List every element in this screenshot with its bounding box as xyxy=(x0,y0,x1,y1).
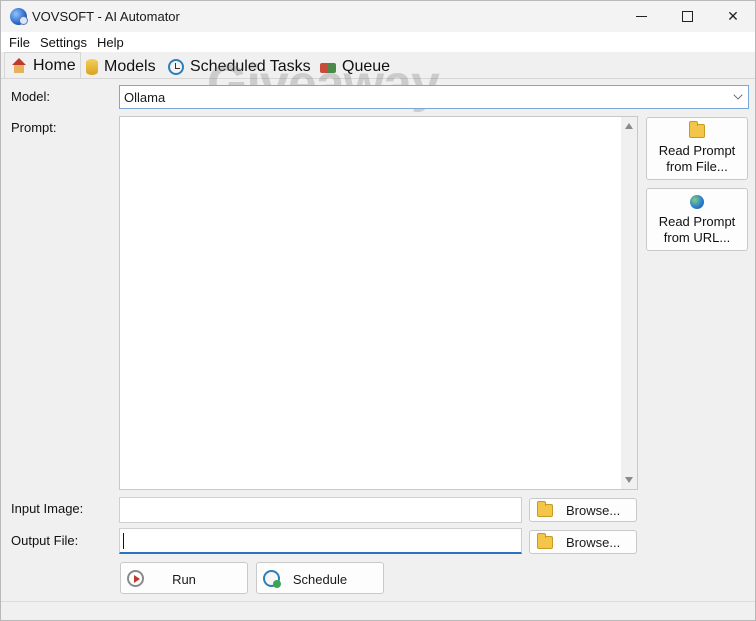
model-label: Model: xyxy=(11,89,51,104)
title-bar: VOVSOFT - AI Automator ✕ xyxy=(1,1,755,32)
read-prompt-from-url-button[interactable]: Read Prompt from URL... xyxy=(646,188,748,251)
folder-icon xyxy=(689,121,705,138)
read-prompt-from-file-button[interactable]: Read Prompt from File... xyxy=(646,117,748,180)
browse-input-label: Browse... xyxy=(566,503,621,518)
tab-scheduled-tasks-label: Scheduled Tasks xyxy=(190,57,311,75)
schedule-button[interactable]: Schedule xyxy=(256,562,384,594)
database-icon xyxy=(86,58,98,75)
maximize-button[interactable] xyxy=(664,1,710,32)
chevron-down-icon xyxy=(733,90,743,100)
model-select-value: Ollama xyxy=(124,90,166,105)
prompt-textarea[interactable] xyxy=(119,116,638,490)
folder-image-icon xyxy=(537,501,553,517)
menu-help[interactable]: Help xyxy=(97,35,124,50)
browse-output-label: Browse... xyxy=(566,535,621,550)
tab-models-label: Models xyxy=(104,57,156,75)
close-icon: ✕ xyxy=(727,8,739,24)
app-icon xyxy=(10,8,28,25)
tab-scheduled-tasks[interactable]: Scheduled Tasks xyxy=(168,54,314,79)
schedule-label: Schedule xyxy=(292,572,348,587)
tab-home[interactable]: Home xyxy=(4,52,81,79)
scroll-down-arrow-icon[interactable] xyxy=(625,477,633,483)
tab-queue[interactable]: Queue xyxy=(320,54,392,79)
model-select[interactable]: Ollama xyxy=(119,85,749,109)
clock-icon xyxy=(168,58,184,75)
prompt-scrollbar[interactable] xyxy=(621,117,637,489)
prompt-label: Prompt: xyxy=(11,120,57,135)
app-window: VOVSOFT - AI Automator ✕ File Settings H… xyxy=(0,0,756,621)
maximize-icon xyxy=(681,11,693,22)
folder-icon xyxy=(537,533,553,549)
queue-icon xyxy=(320,63,336,73)
read-file-label-line1: Read Prompt xyxy=(658,143,736,158)
output-file-field[interactable] xyxy=(119,528,522,554)
read-url-label-line2: from URL... xyxy=(663,230,731,245)
tab-queue-label: Queue xyxy=(342,57,391,75)
home-icon xyxy=(11,58,27,74)
run-button[interactable]: Run xyxy=(120,562,248,594)
tab-home-label: Home xyxy=(33,57,76,74)
run-label: Run xyxy=(172,572,196,587)
status-bar xyxy=(1,601,755,620)
minimize-icon xyxy=(635,16,647,17)
tab-strip: Home Models Scheduled Tasks Queue xyxy=(1,52,755,79)
window-title: VOVSOFT - AI Automator xyxy=(32,9,180,24)
read-file-label-line2: from File... xyxy=(666,159,728,174)
tab-divider xyxy=(1,78,755,79)
browse-input-image-button[interactable]: Browse... xyxy=(529,498,637,522)
minimize-button[interactable] xyxy=(618,1,664,32)
menu-file[interactable]: File xyxy=(9,35,30,50)
menu-bar: File Settings Help xyxy=(1,32,755,52)
read-url-label-line1: Read Prompt xyxy=(658,214,736,229)
output-file-label: Output File: xyxy=(11,533,79,548)
close-button[interactable]: ✕ xyxy=(710,1,756,32)
tab-models[interactable]: Models xyxy=(86,54,164,79)
text-caret xyxy=(123,533,124,549)
scroll-up-arrow-icon[interactable] xyxy=(625,123,633,129)
globe-icon xyxy=(690,195,704,209)
browse-output-file-button[interactable]: Browse... xyxy=(529,530,637,554)
menu-settings[interactable]: Settings xyxy=(40,35,87,50)
input-image-field[interactable] xyxy=(119,497,522,523)
input-image-label: Input Image: xyxy=(11,501,84,516)
